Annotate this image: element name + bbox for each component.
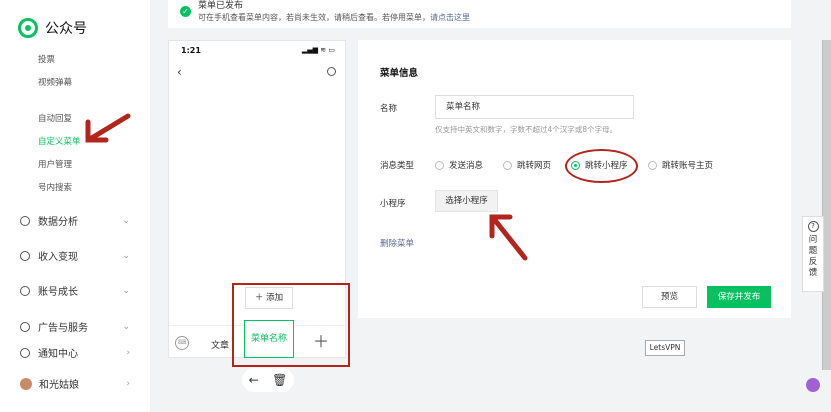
arrow-to-custom-menu <box>85 113 131 143</box>
arrow-to-choose-miniprogram <box>489 214 528 261</box>
annotation-arrows <box>85 113 528 261</box>
